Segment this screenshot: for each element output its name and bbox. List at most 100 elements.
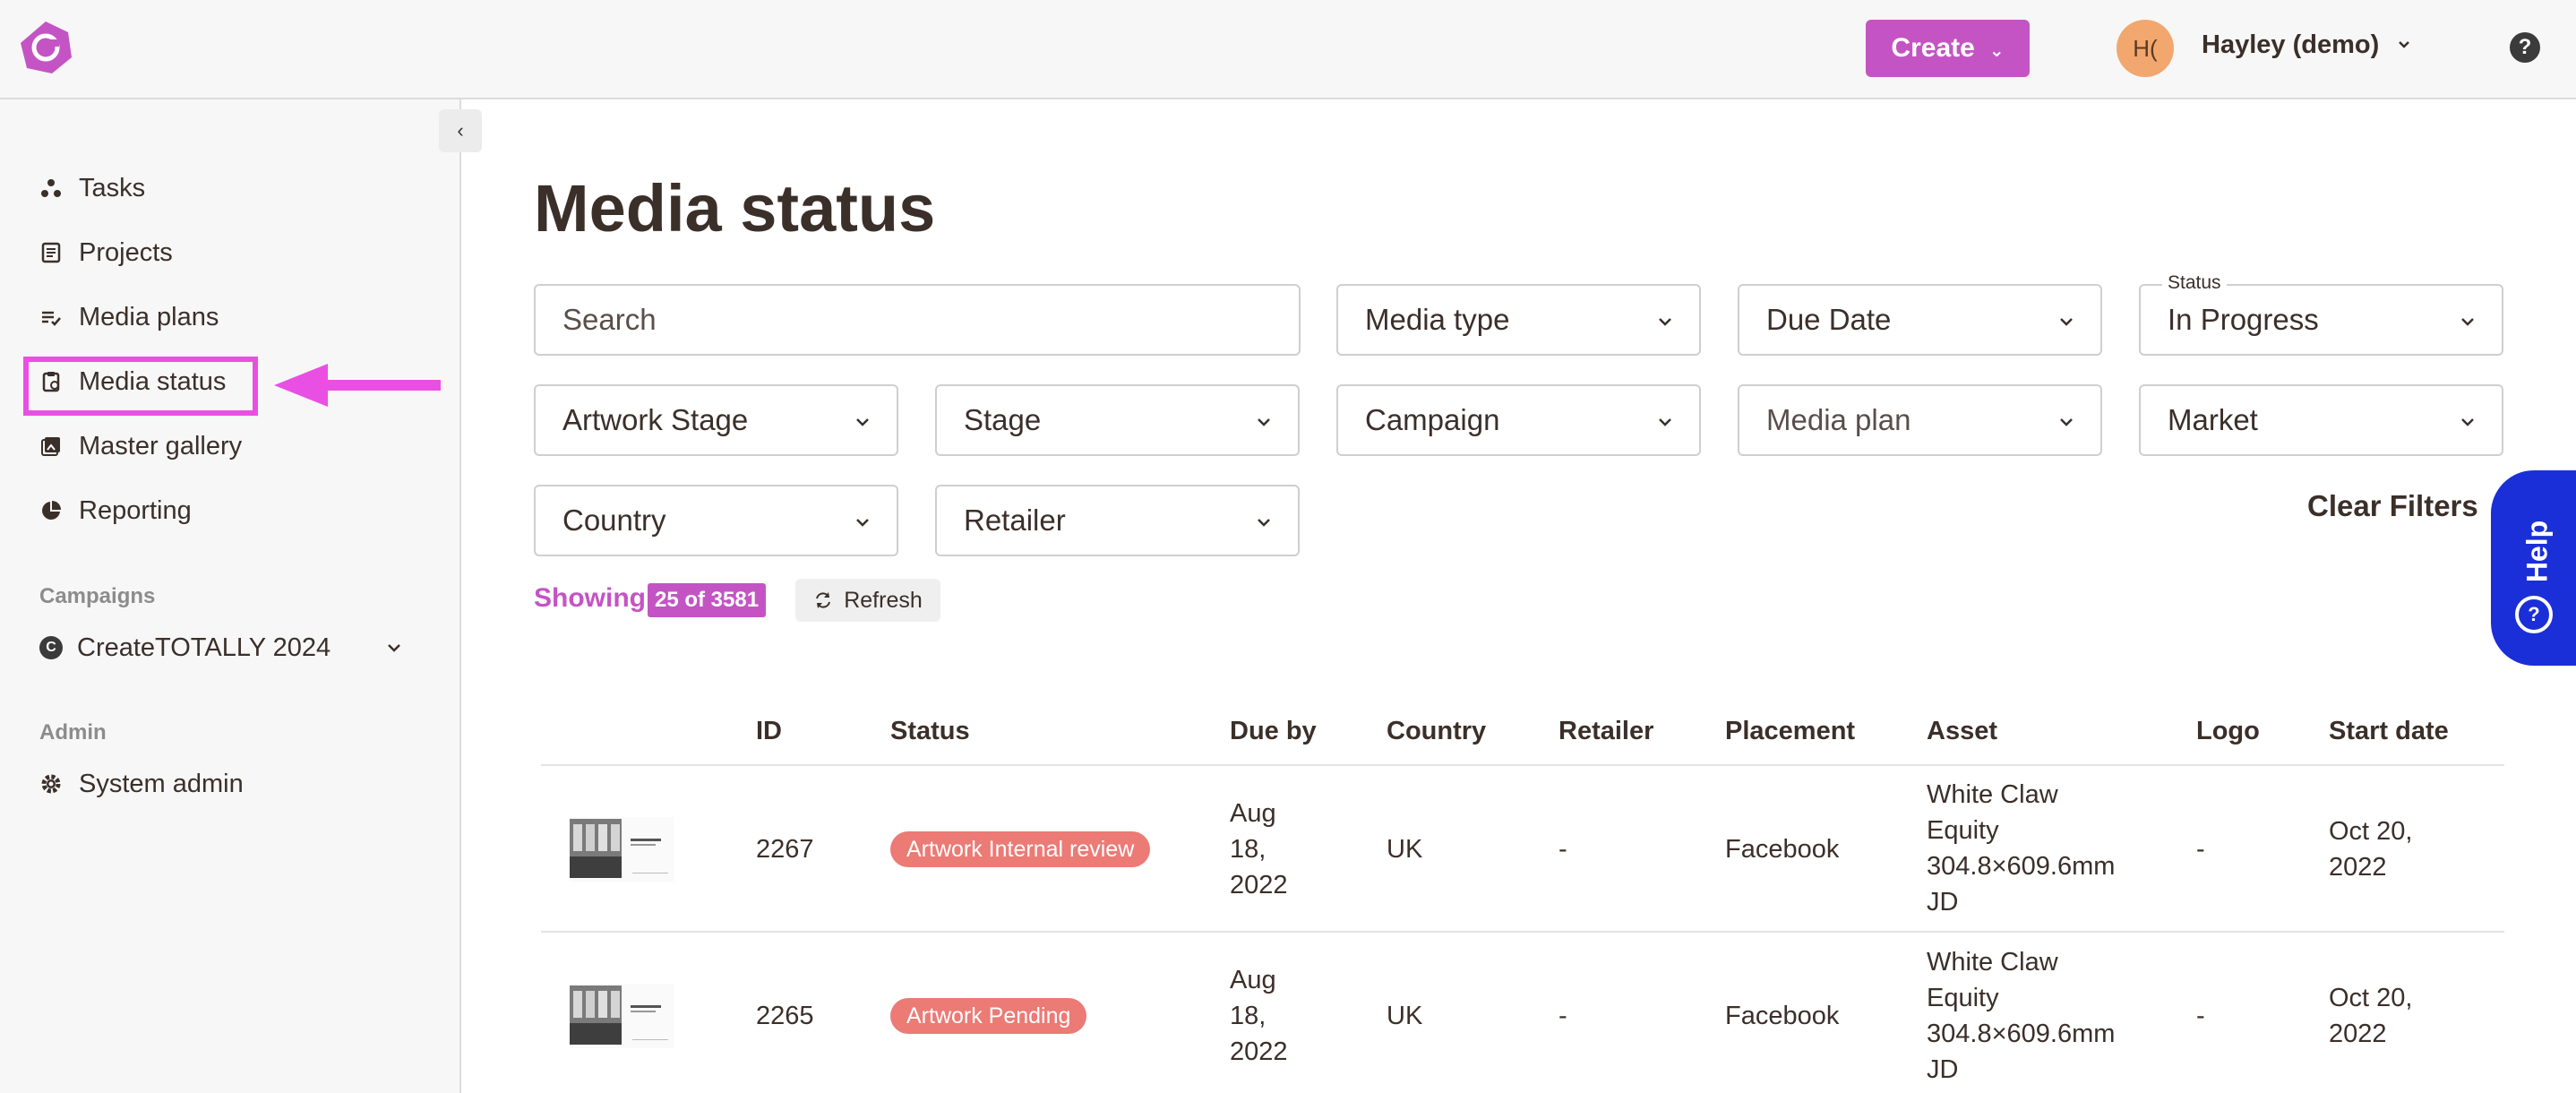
chevron-down-icon[interactable] [2391, 32, 2417, 57]
stage-select[interactable]: Stage [935, 384, 1300, 456]
gallery-icon [41, 437, 60, 456]
column-header-placement[interactable]: Placement [1725, 717, 1855, 746]
chevron-down-icon: ⌄ [1988, 40, 2005, 61]
start-line: Oct 20, [2329, 984, 2413, 1012]
chevron-down-icon [1659, 318, 1671, 326]
chevron-down-icon [856, 418, 869, 426]
top-bar: Create ⌄ H( Hayley (demo) ? [0, 0, 2576, 99]
campaign-selector[interactable]: C CreateTOTALLY 2024 [39, 630, 407, 666]
campaign-label: Campaign [1365, 403, 1500, 436]
status-badge: Artwork Pending [890, 998, 1087, 1034]
chevron-down-icon [2060, 318, 2073, 326]
retailer-label: Retailer [964, 503, 1066, 537]
clear-filters-button[interactable]: Clear Filters [2307, 489, 2478, 523]
avatar[interactable]: H( [2117, 20, 2174, 77]
status-field-label: Status [2162, 272, 2227, 294]
country-select[interactable]: Country [534, 485, 898, 556]
admin-section-label: Admin [39, 720, 107, 744]
refresh-label: Refresh [844, 587, 923, 613]
media-type-select[interactable]: Media type [1336, 284, 1701, 356]
collapse-sidebar-button[interactable]: ‹ [439, 109, 482, 152]
refresh-icon [816, 592, 831, 608]
chevron-down-icon [2461, 418, 2474, 426]
search-placeholder: Search [562, 303, 657, 336]
asset-line: 304.8×609.6mm [1927, 852, 2116, 881]
chevron-down-icon[interactable] [382, 635, 407, 660]
status-select[interactable]: In Progress [2139, 284, 2503, 356]
table-header-divider [541, 764, 2504, 766]
row-due-by: Aug 18, 2022 [1230, 796, 1288, 903]
row-asset: White Claw Equity 304.8×609.6mm JD [1927, 944, 2115, 1088]
column-header-status[interactable]: Status [890, 717, 970, 746]
sidebar-item-label: Projects [79, 237, 173, 267]
row-placement: Facebook [1725, 1002, 1840, 1030]
asset-line: JD [1927, 1055, 1959, 1084]
help-tab[interactable]: Help ? [2491, 470, 2576, 666]
chevron-down-icon [2461, 318, 2474, 326]
chevron-down-icon [1258, 418, 1270, 426]
chevron-down-icon [1258, 519, 1270, 527]
retailer-select[interactable]: Retailer [935, 485, 1300, 556]
row-logo: - [2196, 835, 2205, 864]
row-country: UK [1387, 835, 1423, 864]
market-select[interactable]: Market [2139, 384, 2503, 456]
media-plan-select[interactable]: Media plan [1738, 384, 2102, 456]
media-type-label: Media type [1365, 303, 1510, 336]
row-logo: - [2196, 1002, 2205, 1030]
column-header-start-date[interactable]: Start date [2329, 717, 2449, 746]
column-header-id[interactable]: ID [756, 717, 782, 746]
refresh-button[interactable]: Refresh [795, 579, 940, 622]
app-logo-icon[interactable] [18, 20, 73, 75]
asset-thumbnail[interactable] [570, 984, 674, 1048]
help-tab-label: Help [2520, 520, 2554, 583]
chevron-down-icon [1659, 418, 1671, 426]
campaign-select[interactable]: Campaign [1336, 384, 1701, 456]
due-line: Aug [1230, 799, 1276, 828]
create-button[interactable]: Create ⌄ [1866, 20, 2030, 77]
asset-line: White Claw [1927, 780, 2058, 809]
page-title: Media status [534, 171, 936, 245]
arrow-left-icon [274, 364, 441, 407]
column-header-asset[interactable]: Asset [1927, 717, 1997, 746]
market-label: Market [2168, 403, 2258, 436]
due-date-label: Due Date [1766, 303, 1892, 336]
search-input[interactable]: Search [534, 284, 1301, 356]
row-country: UK [1387, 1002, 1423, 1030]
sidebar-item-media-plans[interactable]: Media plans [39, 299, 219, 335]
artwork-stage-label: Artwork Stage [562, 403, 749, 436]
column-header-country[interactable]: Country [1387, 717, 1486, 746]
campaigns-section-label: Campaigns [39, 584, 156, 608]
row-retailer: - [1558, 1002, 1567, 1030]
asset-thumbnail[interactable] [570, 817, 674, 882]
help-icon[interactable]: ? [2510, 32, 2540, 63]
question-icon: ? [2515, 596, 2553, 633]
sidebar-item-tasks[interactable]: Tasks [39, 170, 145, 206]
asset-line: Equity [1927, 816, 1999, 845]
column-header-due-by[interactable]: Due by [1230, 717, 1317, 746]
column-header-logo[interactable]: Logo [2196, 717, 2260, 746]
campaign-icon: C [39, 636, 63, 659]
sidebar-item-master-gallery[interactable]: Master gallery [39, 428, 242, 464]
stage-label: Stage [964, 403, 1042, 436]
row-asset: White Claw Equity 304.8×609.6mm JD [1927, 777, 2115, 920]
user-menu-name[interactable]: Hayley (demo) [2202, 30, 2379, 60]
row-start-date: Oct 20, 2022 [2329, 813, 2413, 885]
column-header-retailer[interactable]: Retailer [1558, 717, 1653, 746]
sidebar-item-projects[interactable]: Projects [39, 235, 173, 271]
due-line: 2022 [1230, 871, 1288, 899]
chevron-down-icon [856, 519, 869, 527]
gear-icon [41, 774, 61, 794]
projects-icon [41, 242, 61, 263]
sidebar-item-system-admin[interactable]: System admin [39, 766, 244, 802]
media-plans-icon [42, 311, 61, 326]
chevron-down-icon [2060, 418, 2073, 426]
media-status-highlight [23, 357, 258, 416]
due-line: 2022 [1230, 1037, 1288, 1066]
asset-line: JD [1927, 888, 1959, 917]
due-line: Aug [1230, 966, 1276, 994]
status-value: In Progress [2168, 303, 2319, 336]
due-date-select[interactable]: Due Date [1738, 284, 2102, 356]
showing-label: Showing [534, 583, 646, 613]
sidebar-item-reporting[interactable]: Reporting [39, 493, 192, 529]
artwork-stage-select[interactable]: Artwork Stage [534, 384, 898, 456]
